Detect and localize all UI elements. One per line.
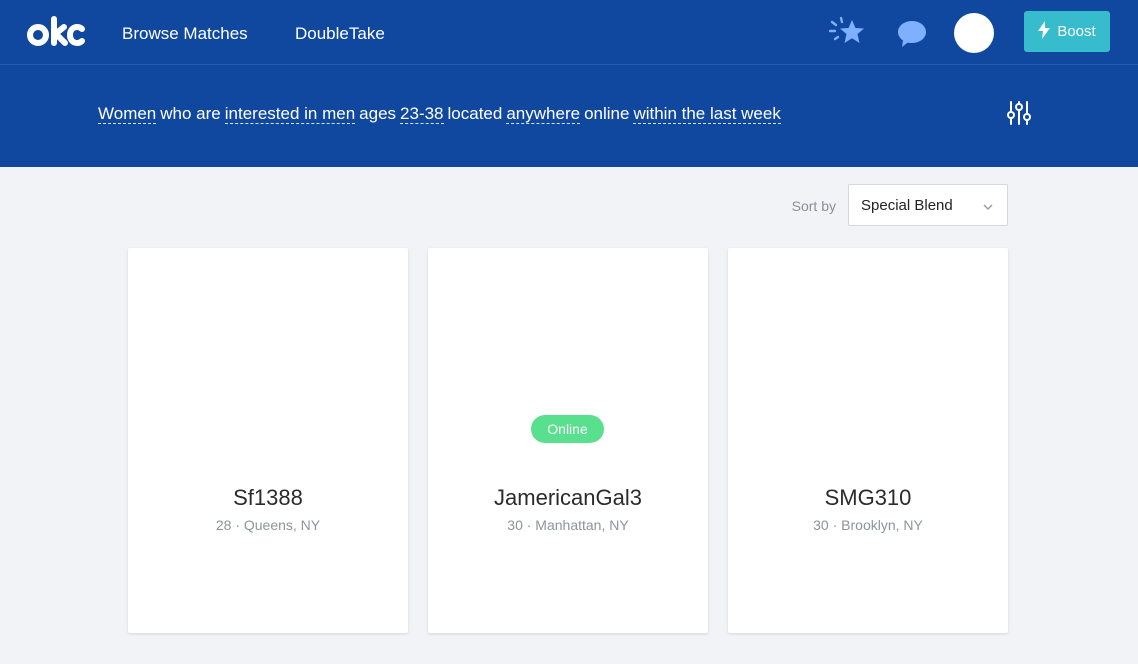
okc-logo[interactable]	[26, 13, 88, 54]
match-card-details: 28 · Queens, NY	[215, 517, 321, 533]
lightning-icon	[1038, 20, 1051, 43]
match-card-details: 30 · Brooklyn, NY	[813, 517, 923, 533]
online-status-badge: Online	[531, 415, 604, 443]
filter-age-range-link[interactable]: 23-38	[400, 104, 444, 124]
boost-label: Boost	[1057, 23, 1096, 40]
filter-interest-link[interactable]: interested in men	[224, 104, 356, 124]
filter-location-link[interactable]: anywhere	[506, 104, 581, 124]
search-filter-bar: Women who are interested in men ages 23-38 lo…	[0, 65, 1138, 167]
filter-gender-link[interactable]: Women	[98, 104, 157, 124]
chevron-down-icon	[983, 199, 993, 216]
user-avatar[interactable]	[954, 13, 994, 53]
match-card-details: 30 · Manhattan, NY	[507, 517, 629, 533]
match-card-username[interactable]: Sf1388	[128, 485, 408, 511]
filter-activity-link[interactable]: within the last week	[633, 104, 781, 124]
match-card-username[interactable]: JamericanGal3	[428, 485, 708, 511]
chat-bubble-icon[interactable]	[896, 19, 928, 54]
nav-doubletake[interactable]: DoubleTake	[295, 24, 385, 44]
boost-button[interactable]: Boost	[1024, 11, 1110, 52]
star-icon[interactable]	[828, 16, 867, 53]
filter-text-online: online	[584, 104, 630, 123]
sort-row: Sort by Special Blend	[0, 184, 1138, 226]
filter-text-who-are: who are	[160, 104, 221, 123]
match-card[interactable]: Sf1388 28 · Queens, NY	[128, 248, 408, 633]
sort-selected-value: Special Blend	[861, 197, 953, 214]
sort-select[interactable]: Special Blend	[848, 184, 1008, 226]
top-navigation-bar: Browse Matches DoubleTake Boost	[0, 0, 1138, 65]
filter-sentence: Women who are interested in men ages 23-38 lo…	[98, 104, 781, 124]
nav-browse-matches[interactable]: Browse Matches	[122, 24, 248, 44]
filter-text-ages: ages	[359, 104, 397, 123]
match-card[interactable]: Online JamericanGal3 30 · Manhattan, NY	[428, 248, 708, 633]
filter-settings-icon[interactable]	[1006, 101, 1032, 130]
match-card[interactable]: SMG310 30 · Brooklyn, NY	[728, 248, 1008, 633]
okc-logo-icon	[27, 16, 85, 46]
match-card-username[interactable]: SMG310	[728, 485, 1008, 511]
sort-label: Sort by	[791, 198, 836, 214]
filter-text-located: located	[447, 104, 503, 123]
